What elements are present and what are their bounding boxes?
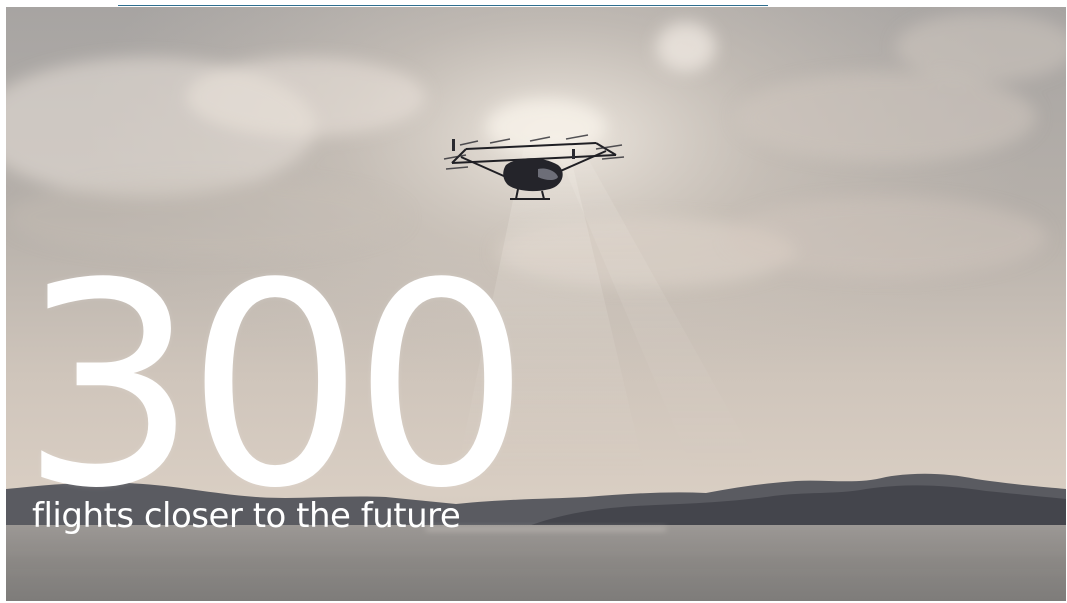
tagline: flights closer to the future	[32, 496, 461, 536]
page: 300 flights closer to the future	[0, 0, 1067, 603]
big-number: 300	[20, 224, 530, 550]
hero-photo: 300 flights closer to the future	[6, 7, 1066, 601]
top-link[interactable]	[118, 0, 768, 6]
